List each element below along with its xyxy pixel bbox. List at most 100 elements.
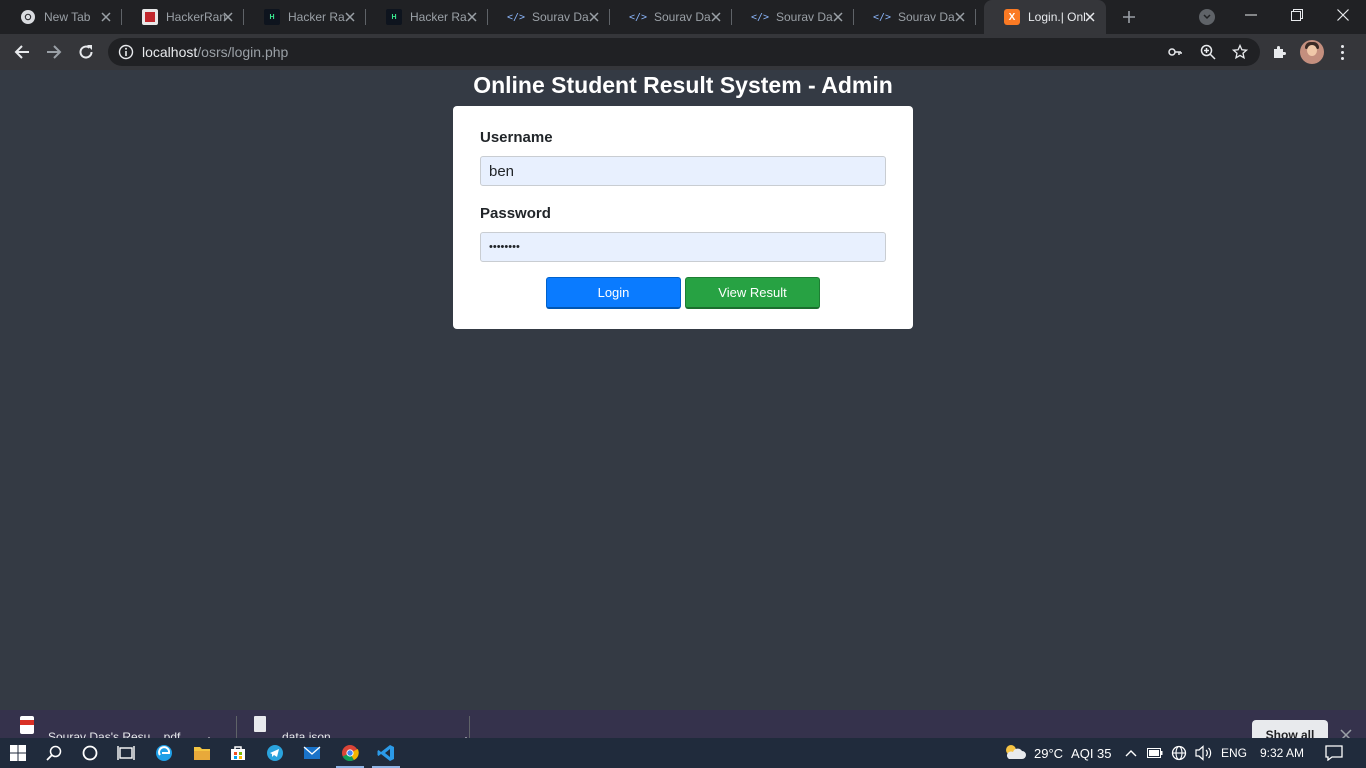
show-all-button[interactable]: Show all bbox=[1252, 720, 1328, 738]
url-host: localhost bbox=[142, 44, 198, 60]
tab-title: Sourav Da bbox=[776, 10, 833, 24]
close-tab-icon[interactable] bbox=[952, 9, 968, 25]
tab-title: HackerRan bbox=[166, 10, 226, 24]
xampp-icon: X bbox=[1004, 9, 1020, 25]
network-globe-icon[interactable] bbox=[1171, 738, 1187, 768]
tab-hackerrank-2[interactable]: H Hacker Ra bbox=[244, 0, 366, 34]
hackerrank-icon: H bbox=[264, 9, 280, 25]
tab-search-chevron-icon[interactable] bbox=[1199, 9, 1215, 25]
weather-widget[interactable]: 29°C AQI 35 bbox=[1002, 738, 1112, 768]
task-view-icon[interactable] bbox=[108, 738, 144, 768]
hackerrank-icon bbox=[142, 9, 158, 25]
tab-hackerrank[interactable]: HackerRan bbox=[122, 0, 244, 34]
tab-sourav-1[interactable]: </> Sourav Da bbox=[488, 0, 610, 34]
store-icon[interactable] bbox=[220, 738, 256, 768]
password-input[interactable]: •••••••• bbox=[480, 232, 886, 262]
volume-icon[interactable] bbox=[1195, 738, 1213, 768]
chrome-taskbar-icon[interactable] bbox=[332, 738, 368, 768]
close-tab-icon[interactable] bbox=[1082, 9, 1098, 25]
cortana-icon[interactable] bbox=[72, 738, 108, 768]
close-tab-icon[interactable] bbox=[98, 9, 114, 25]
minimize-icon[interactable] bbox=[1228, 0, 1274, 30]
username-label: Username bbox=[480, 129, 553, 146]
tab-sourav-2[interactable]: </> Sourav Da bbox=[610, 0, 732, 34]
reload-icon[interactable] bbox=[72, 38, 100, 66]
tab-sourav-4[interactable]: </> Sourav Da bbox=[854, 0, 976, 34]
zoom-icon[interactable] bbox=[1200, 44, 1216, 65]
tab-title: Sourav Da bbox=[532, 10, 589, 24]
code-icon: </> bbox=[750, 11, 770, 23]
close-window-icon[interactable] bbox=[1320, 0, 1366, 30]
close-tab-icon[interactable] bbox=[464, 9, 480, 25]
tab-sourav-3[interactable]: </> Sourav Da bbox=[732, 0, 854, 34]
site-info-icon[interactable] bbox=[118, 44, 134, 60]
download-separator bbox=[236, 716, 237, 738]
windows-taskbar: 29°C AQI 35 ENG 9:32 AM bbox=[0, 738, 1366, 768]
download-item-json[interactable]: data.json bbox=[254, 716, 471, 738]
edge-icon[interactable] bbox=[146, 738, 182, 768]
bookmark-star-icon[interactable] bbox=[1231, 43, 1249, 65]
windows-start-icon[interactable] bbox=[0, 738, 36, 768]
search-icon[interactable] bbox=[36, 738, 72, 768]
login-button[interactable]: Login bbox=[546, 277, 681, 309]
tab-title: Hacker Ra bbox=[410, 10, 467, 24]
tab-title: Sourav Da bbox=[898, 10, 955, 24]
download-filename: Sourav Das's Resu....pdf bbox=[48, 730, 181, 738]
file-icon bbox=[254, 716, 266, 732]
battery-icon[interactable] bbox=[1147, 738, 1163, 768]
close-tab-icon[interactable] bbox=[708, 9, 724, 25]
telegram-icon[interactable] bbox=[257, 738, 293, 768]
language-indicator[interactable]: ENG bbox=[1221, 738, 1247, 768]
password-key-icon[interactable] bbox=[1168, 45, 1182, 64]
browser-menu-icon[interactable] bbox=[1330, 38, 1354, 66]
restore-icon[interactable] bbox=[1274, 0, 1320, 30]
show-hidden-icons-chevron-icon[interactable] bbox=[1125, 738, 1137, 768]
tab-login-active[interactable]: X Login.| Onl bbox=[984, 0, 1106, 34]
close-tab-icon[interactable] bbox=[342, 9, 358, 25]
browser-toolbar: localhost/osrs/login.php bbox=[0, 34, 1366, 70]
chrome-icon bbox=[20, 9, 36, 25]
pdf-icon bbox=[20, 716, 34, 734]
close-shelf-icon[interactable] bbox=[1340, 728, 1354, 738]
close-tab-icon[interactable] bbox=[830, 9, 846, 25]
aqi-text: AQI 35 bbox=[1071, 745, 1112, 761]
close-tab-icon[interactable] bbox=[220, 9, 236, 25]
forward-arrow-icon[interactable] bbox=[40, 38, 68, 66]
code-icon: </> bbox=[628, 11, 648, 23]
new-tab-plus-icon[interactable] bbox=[1119, 7, 1139, 27]
notifications-icon[interactable] bbox=[1325, 738, 1343, 768]
chevron-up-icon[interactable] bbox=[204, 716, 214, 738]
tab-title: New Tab bbox=[44, 10, 91, 24]
login-card: Username Password •••••••• Login View Re… bbox=[453, 106, 913, 329]
close-tab-icon[interactable] bbox=[586, 9, 602, 25]
view-result-button[interactable]: View Result bbox=[685, 277, 820, 309]
address-bar[interactable]: localhost/osrs/login.php bbox=[108, 38, 1260, 66]
tab-strip: New Tab HackerRan H Hacker Ra H Hacker R… bbox=[0, 0, 1366, 34]
page-title: Online Student Result System - Admin bbox=[473, 72, 893, 98]
temperature-text: 29°C bbox=[1034, 745, 1064, 761]
file-explorer-icon[interactable] bbox=[184, 738, 220, 768]
code-icon: </> bbox=[506, 11, 526, 23]
tab-title: Hacker Ra bbox=[288, 10, 345, 24]
url-text: localhost/osrs/login.php bbox=[142, 44, 288, 60]
vscode-icon[interactable] bbox=[368, 738, 404, 768]
username-input[interactable] bbox=[480, 156, 886, 186]
back-arrow-icon[interactable] bbox=[8, 38, 36, 66]
tab-title: Login.| Onl bbox=[1028, 10, 1086, 24]
download-separator bbox=[469, 716, 470, 738]
tab-separator bbox=[975, 9, 976, 25]
url-path: /osrs/login.php bbox=[197, 44, 289, 60]
extensions-puzzle-icon[interactable] bbox=[1266, 38, 1294, 66]
mail-icon[interactable] bbox=[294, 738, 330, 768]
hackerrank-icon: H bbox=[386, 9, 402, 25]
profile-avatar[interactable] bbox=[1300, 40, 1324, 64]
password-label: Password bbox=[480, 205, 551, 222]
download-shelf: Sourav Das's Resu....pdf data.json Show … bbox=[0, 710, 1366, 738]
weather-cloud-icon bbox=[1002, 743, 1026, 764]
page-content: Online Student Result System - Admin Use… bbox=[0, 70, 1366, 710]
download-item-pdf[interactable]: Sourav Das's Resu....pdf bbox=[20, 716, 214, 738]
tab-hackerrank-3[interactable]: H Hacker Ra bbox=[366, 0, 488, 34]
tab-new-tab[interactable]: New Tab bbox=[0, 0, 122, 34]
clock[interactable]: 9:32 AM bbox=[1260, 738, 1304, 768]
code-icon: </> bbox=[872, 11, 892, 23]
